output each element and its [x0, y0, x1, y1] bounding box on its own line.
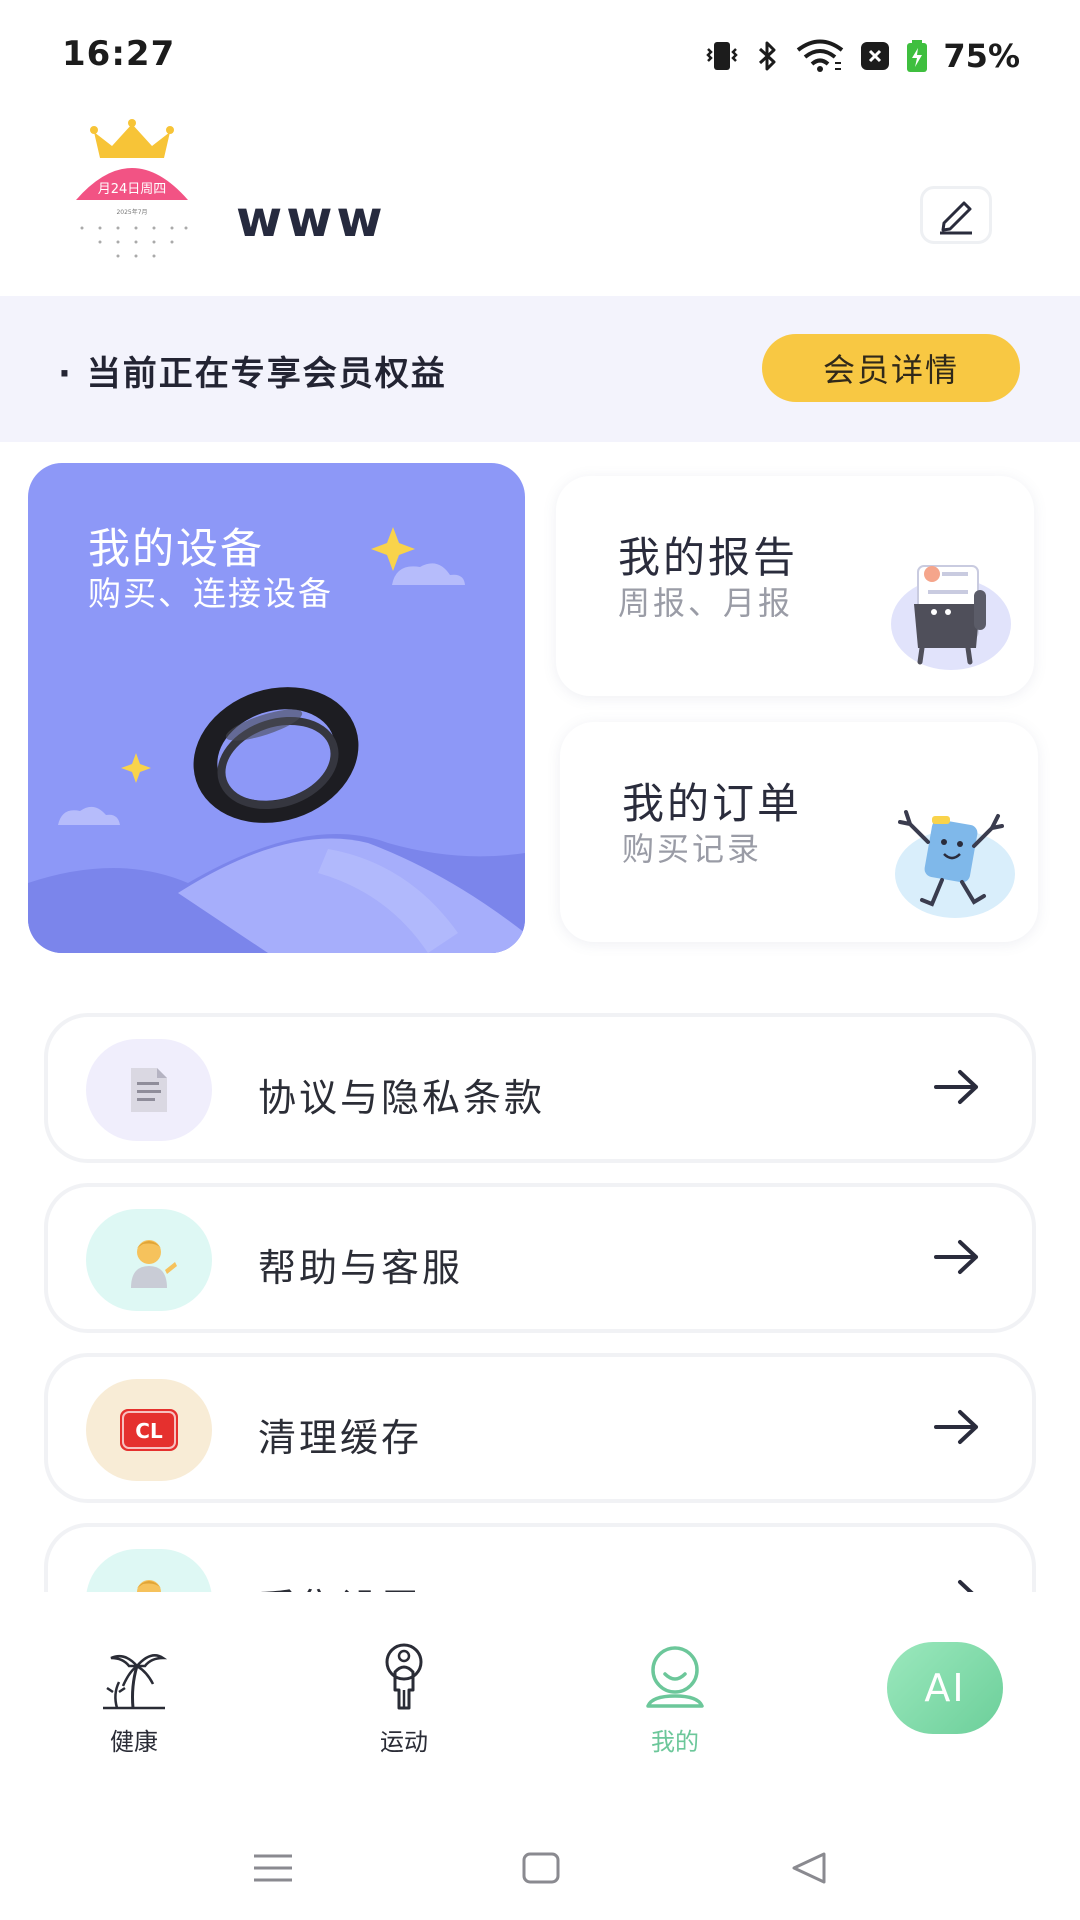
notification-icon: [859, 40, 891, 72]
order-card-subtitle: 购买记录: [622, 830, 763, 868]
list-item-privacy[interactable]: 协议与隐私条款: [44, 1013, 1036, 1163]
report-card-subtitle: 周报、月报: [618, 584, 794, 622]
member-status-text: · 当前正在专享会员权益: [58, 354, 447, 394]
menu-label: 帮助与客服: [258, 1246, 464, 1290]
cl-button-icon: CL: [120, 1409, 178, 1451]
menu-icon-container: [86, 1209, 212, 1311]
bluetooth-icon: [755, 39, 781, 73]
list-item-clear-cache[interactable]: CL 清理缓存: [44, 1353, 1036, 1503]
person-tipping-hand-icon: [131, 1240, 177, 1288]
avatar-month: 2025年7月: [116, 208, 147, 216]
tab-label: 健康: [110, 1728, 158, 1756]
menu-label: 清理缓存: [258, 1416, 423, 1460]
device-card-subtitle: 购买、连接设备: [88, 574, 333, 613]
status-bar: 16:27 75%: [0, 0, 1080, 110]
member-banner: · 当前正在专享会员权益 会员详情: [0, 296, 1080, 442]
my-report-card[interactable]: 我的报告 周报、月报: [556, 476, 1034, 696]
my-order-card[interactable]: 我的订单 购买记录: [560, 722, 1038, 942]
my-device-card[interactable]: 我的设备 购买、连接设备: [28, 463, 525, 953]
order-card-title: 我的订单: [622, 779, 803, 828]
bottom-tab-bar: 健康 运动 我的 AI: [0, 1592, 1080, 1772]
member-details-button[interactable]: 会员详情: [762, 334, 1020, 402]
ai-assistant-button[interactable]: AI: [887, 1642, 1003, 1734]
document-icon: [131, 1068, 167, 1112]
menu-icon-container: [86, 1039, 212, 1141]
pencil-icon: [940, 201, 972, 235]
tab-mine[interactable]: 我的: [610, 1642, 740, 1757]
avatar-date: 月24日周四: [98, 182, 167, 197]
username: www: [236, 190, 387, 248]
home-icon[interactable]: [516, 1848, 566, 1888]
list-item-help[interactable]: 帮助与客服: [44, 1183, 1036, 1333]
vibrate-icon: [703, 39, 741, 73]
tab-health[interactable]: 健康: [69, 1642, 199, 1757]
palm-tree-icon: [103, 1654, 168, 1710]
svg-text:CL: CL: [135, 1419, 163, 1443]
avatar[interactable]: 月24日周四 2025年7月: [70, 118, 194, 266]
menu-icon[interactable]: [248, 1848, 298, 1888]
person-outline-icon: [385, 1643, 423, 1710]
smiley-person-icon: [646, 1646, 704, 1708]
tab-label: 运动: [380, 1728, 428, 1756]
tab-sport[interactable]: 运动: [339, 1642, 469, 1757]
arrow-right-icon: [934, 1070, 978, 1104]
back-icon[interactable]: [784, 1848, 834, 1888]
status-time: 16:27: [62, 34, 176, 74]
wifi-icon: [795, 39, 845, 73]
battery-icon: [905, 39, 929, 73]
status-icons: 75%: [703, 36, 1020, 76]
tab-label: 我的: [651, 1728, 699, 1756]
arrow-right-icon: [934, 1240, 978, 1274]
arrow-right-icon: [934, 1410, 978, 1444]
order-illustration-icon: [895, 810, 1015, 918]
menu-label: 协议与隐私条款: [258, 1076, 546, 1120]
menu-icon-container: CL: [86, 1379, 212, 1481]
report-card-title: 我的报告: [618, 533, 799, 582]
report-illustration-icon: [891, 565, 1011, 670]
battery-percentage: 75%: [943, 37, 1020, 75]
system-navigation-bar: [0, 1812, 1080, 1920]
edit-profile-button[interactable]: [920, 186, 992, 244]
